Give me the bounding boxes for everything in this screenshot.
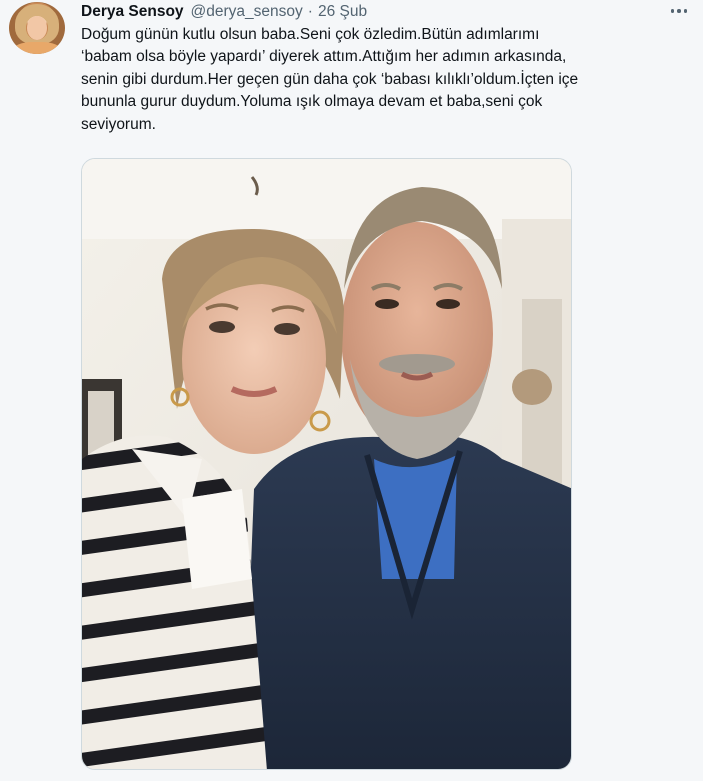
tweet-text: Doğum günün kutlu olsun baba.Seni çok öz… <box>81 24 681 136</box>
tweet-text-line: Doğum günün kutlu olsun baba.Seni çok öz… <box>81 26 540 43</box>
more-dots-icon <box>670 9 675 13</box>
tweet-text-line: seviyorum. <box>81 115 156 133</box>
tweet-text-line: ‘babam olsa böyle yapardı’ diyerek attım… <box>81 48 567 66</box>
tweet-date[interactable]: 26 Şub <box>318 3 367 21</box>
more-options-button[interactable] <box>664 2 694 20</box>
user-handle[interactable]: @derya_sensoy <box>191 3 303 21</box>
separator-dot: · <box>307 3 313 20</box>
more-dots-icon <box>683 9 688 13</box>
tweet[interactable]: Derya Sensoy @derya_sensoy · 26 Şub Doğu… <box>0 0 703 781</box>
selfie-photo <box>82 159 571 769</box>
avatar[interactable] <box>9 2 65 54</box>
avatar-face <box>27 16 47 40</box>
tweet-photo[interactable] <box>81 158 572 770</box>
more-dots-icon <box>677 9 681 13</box>
tweet-header: Derya Sensoy @derya_sensoy · 26 Şub <box>81 2 367 22</box>
tweet-text-line: bununla gurur duydum.Yoluma ışık olmaya … <box>81 93 543 111</box>
avatar-shirt <box>13 42 61 54</box>
display-name[interactable]: Derya Sensoy <box>81 3 184 21</box>
tweet-text-line: senin gibi durdum.Her geçen gün daha çok… <box>81 70 579 88</box>
